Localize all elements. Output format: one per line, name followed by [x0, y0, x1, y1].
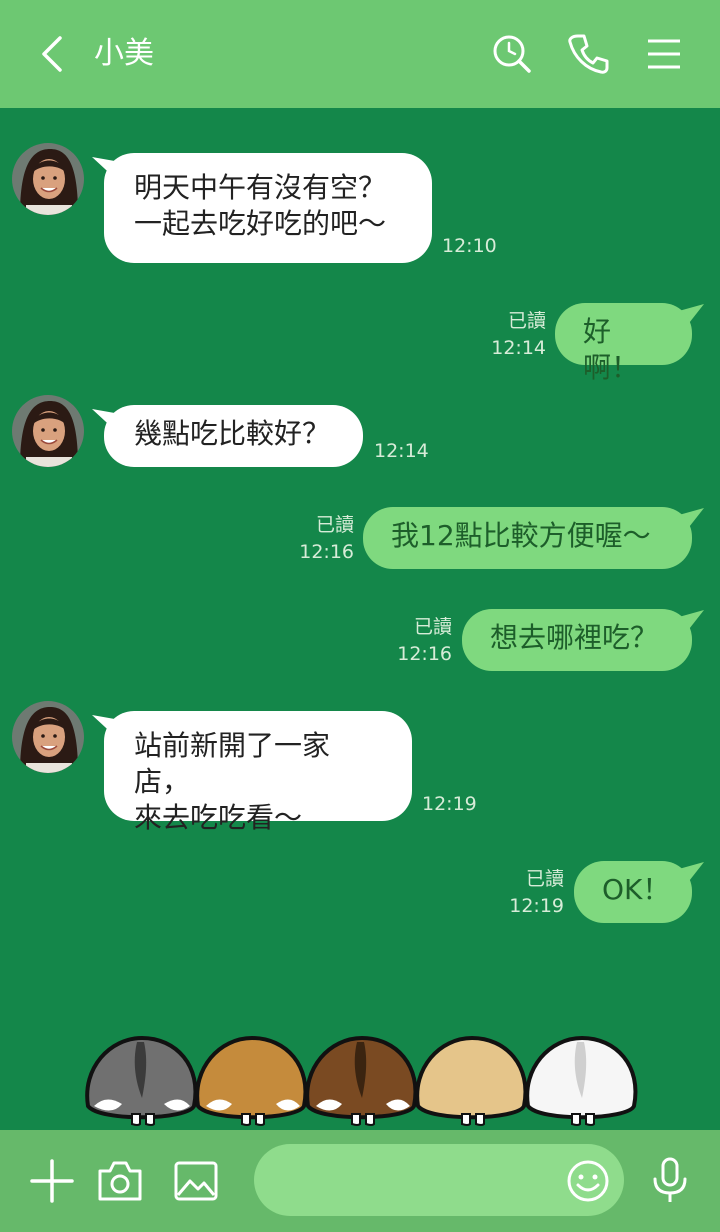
input-bar	[0, 1130, 720, 1232]
plus-icon[interactable]	[28, 1157, 76, 1205]
message-time: 12:14	[374, 440, 429, 462]
message-time: 12:19	[422, 793, 477, 815]
message-text-line: 來去吃吃看〜	[134, 801, 303, 834]
read-receipt: 已讀	[413, 616, 452, 638]
message-text-line: 一起去吃好吃的吧〜	[134, 207, 387, 240]
message-bubble-incoming[interactable]: 幾點吃比較好？	[104, 405, 363, 467]
search-icon[interactable]	[488, 30, 536, 78]
gray-hamster-sticker	[85, 1035, 198, 1126]
hamster-sticker-row	[85, 1035, 638, 1126]
menu-icon[interactable]	[640, 30, 688, 78]
message-text-line: 我12點比較方便喔〜	[391, 519, 651, 552]
image-icon[interactable]	[172, 1157, 220, 1205]
message-text-line: OK！	[602, 873, 671, 906]
read-receipt: 已讀	[507, 310, 546, 332]
message-text-line: 幾點吃比較好？	[134, 417, 331, 450]
chat-header: 小美	[0, 0, 720, 108]
message-bubble-incoming[interactable]: 站前新開了一家店， 來去吃吃看〜	[104, 711, 412, 834]
contact-avatar[interactable]	[12, 395, 84, 467]
brown-hamster-sticker	[305, 1035, 418, 1126]
chat-title: 小美	[94, 36, 154, 71]
message-time: 12:14	[491, 337, 546, 359]
microphone-icon[interactable]	[646, 1157, 694, 1205]
message-list[interactable]: 明天中午有沒有空？ 一起去吃好吃的吧〜 12:10 已讀 12:14 好啊！ 幾…	[0, 108, 720, 1130]
phone-icon[interactable]	[564, 30, 612, 78]
message-time: 12:16	[397, 643, 452, 665]
read-receipt: 已讀	[525, 868, 564, 890]
message-text-line: 好啊！	[583, 315, 640, 384]
camera-icon[interactable]	[96, 1157, 144, 1205]
avatar-photo	[12, 701, 84, 773]
contact-avatar[interactable]	[12, 143, 84, 215]
message-time: 12:19	[509, 895, 564, 917]
message-time: 12:10	[442, 235, 497, 257]
message-text-line: 明天中午有沒有空？	[134, 171, 387, 204]
message-text-line: 想去哪裡吃？	[490, 621, 659, 654]
read-receipt: 已讀	[315, 514, 354, 536]
tan-hamster-sticker	[195, 1035, 308, 1126]
avatar-photo	[12, 143, 84, 215]
emoji-icon[interactable]	[564, 1157, 612, 1205]
back-chevron-icon[interactable]	[30, 30, 74, 78]
message-bubble-outgoing[interactable]: OK！	[574, 861, 692, 923]
message-bubble-outgoing[interactable]: 想去哪裡吃？	[462, 609, 692, 671]
avatar-photo	[12, 395, 84, 467]
message-text-line: 站前新開了一家店，	[134, 729, 331, 798]
beige-hamster-sticker	[415, 1035, 528, 1126]
message-bubble-outgoing[interactable]: 好啊！	[555, 303, 692, 384]
message-bubble-incoming[interactable]: 明天中午有沒有空？ 一起去吃好吃的吧〜	[104, 153, 432, 263]
contact-avatar[interactable]	[12, 701, 84, 773]
message-time: 12:16	[299, 541, 354, 563]
message-bubble-outgoing[interactable]: 我12點比較方便喔〜	[363, 507, 692, 569]
white-hamster-sticker	[525, 1035, 638, 1126]
